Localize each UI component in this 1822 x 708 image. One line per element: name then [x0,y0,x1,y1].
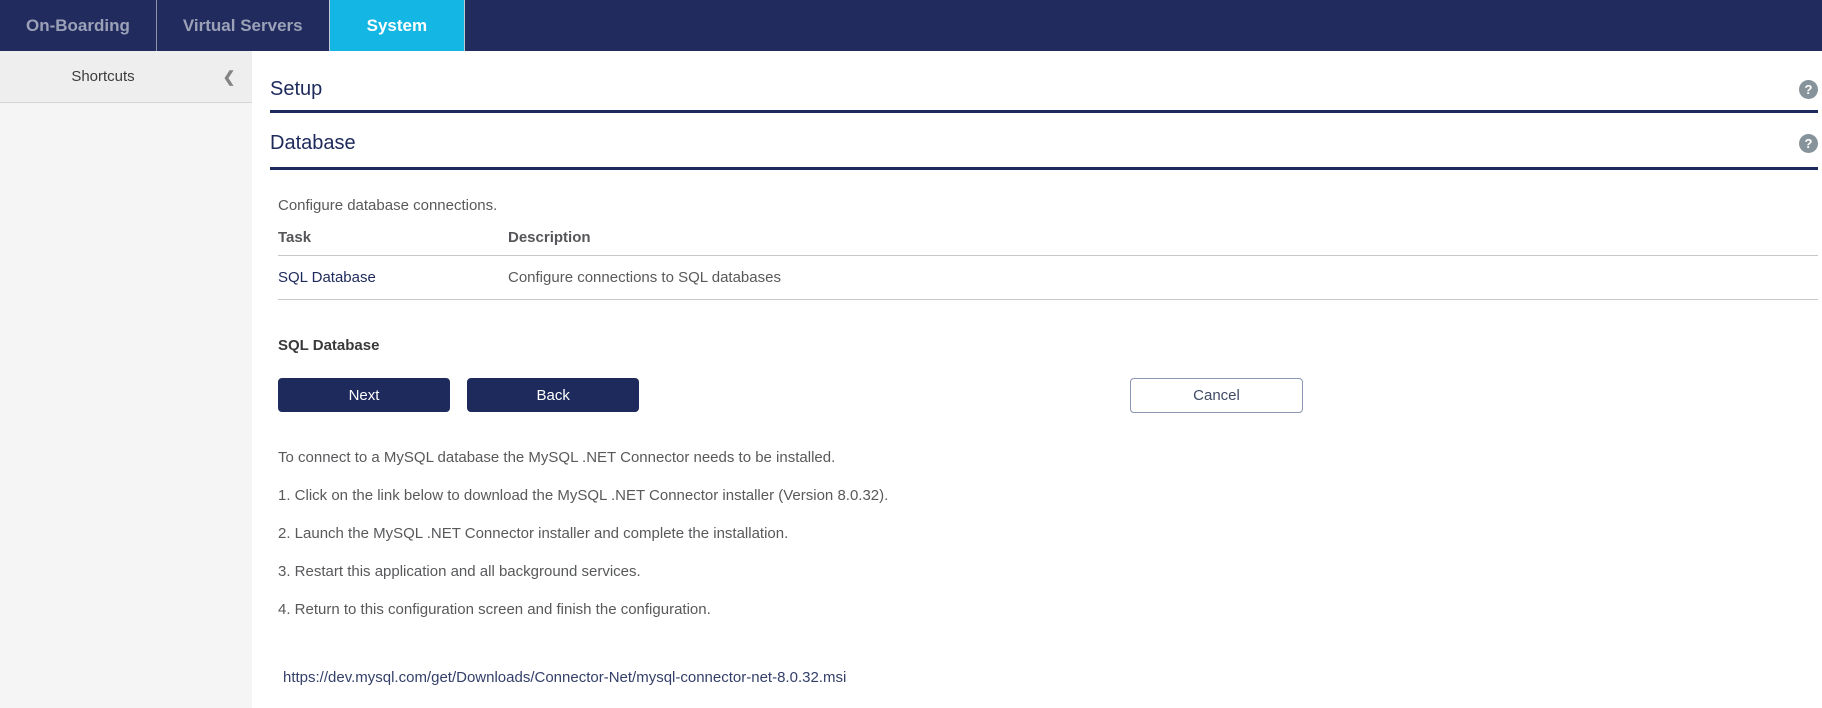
sidebar-title: Shortcuts [0,68,206,85]
instruction-step-4: 4. Return to this configuration screen a… [278,601,1818,619]
task-table: Task Description SQL Database Configure … [278,227,1818,300]
database-section-body: Configure database connections. Task Des… [270,197,1818,686]
sql-database-link[interactable]: SQL Database [278,269,376,286]
help-icon[interactable]: ? [1799,134,1818,153]
instruction-step-3: 3. Restart this application and all back… [278,563,1818,581]
next-button[interactable]: Next [278,378,450,412]
database-section-header: Database ? [270,132,1818,170]
sql-database-wizard-title: SQL Database [278,337,1818,354]
instruction-intro: To connect to a MySQL database the MySQL… [278,449,1818,467]
tab-virtual-servers[interactable]: Virtual Servers [157,0,329,51]
column-header-task: Task [278,227,508,256]
tab-system[interactable]: System [329,0,465,51]
instruction-step-1: 1. Click on the link below to download t… [278,487,1818,505]
help-icon[interactable]: ? [1799,80,1818,99]
task-description: Configure connections to SQL databases [508,256,1818,300]
task-table-header-row: Task Description [278,227,1818,256]
tab-on-boarding[interactable]: On-Boarding [0,0,157,51]
page-layout: Shortcuts ❮ Setup ? Database ? Configure… [0,51,1822,708]
column-header-description: Description [508,227,1818,256]
chevron-left-icon[interactable]: ❮ [206,68,252,86]
cancel-button[interactable]: Cancel [1130,378,1303,413]
shortcuts-sidebar: Shortcuts ❮ [0,51,252,708]
database-title: Database [270,132,356,155]
database-intro-text: Configure database connections. [278,197,1818,214]
sidebar-header: Shortcuts ❮ [0,51,252,103]
back-button[interactable]: Back [467,378,639,412]
setup-section-header: Setup ? [270,78,1818,113]
connector-download-link[interactable]: https://dev.mysql.com/get/Downloads/Conn… [283,669,846,686]
main-content: Setup ? Database ? Configure database co… [252,51,1822,708]
instruction-step-2: 2. Launch the MySQL .NET Connector insta… [278,525,1818,543]
setup-title: Setup [270,78,322,101]
top-navigation: On-Boarding Virtual Servers System [0,0,1822,51]
wizard-button-row: Next Back Cancel [278,378,1818,413]
table-row: SQL Database Configure connections to SQ… [278,256,1818,300]
